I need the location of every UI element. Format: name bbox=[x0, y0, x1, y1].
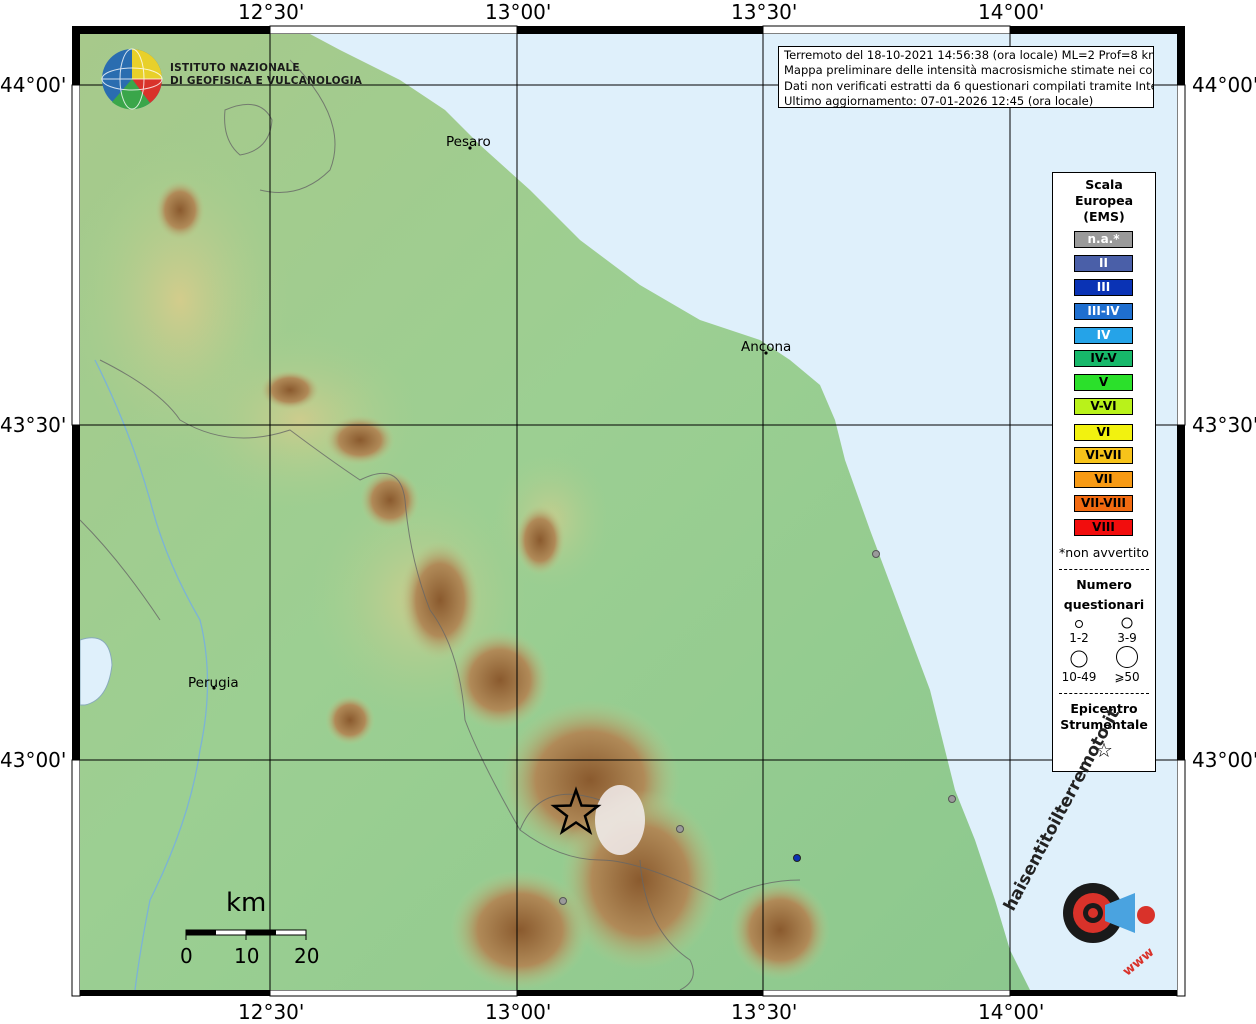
lon-label-top: 12°30' bbox=[238, 0, 305, 24]
legend-swatch-iv: IV bbox=[1074, 327, 1133, 344]
lon-label-top: 14°00' bbox=[978, 0, 1045, 24]
count-class-label: 1-2 bbox=[1069, 631, 1089, 645]
city-label-pesaro: Pesaro bbox=[446, 134, 491, 150]
lon-label-bottom: 13°30' bbox=[731, 1000, 798, 1024]
intensity-point[interactable] bbox=[793, 854, 801, 862]
city-label-ancona: Ancona bbox=[741, 339, 792, 355]
lon-label-bottom: 13°00' bbox=[485, 1000, 552, 1024]
count-class-label: 3-9 bbox=[1117, 631, 1137, 645]
intensity-point[interactable] bbox=[948, 795, 956, 803]
count-class-label: ⩾50 bbox=[1114, 670, 1140, 684]
lat-label-right: 43°00' bbox=[1192, 748, 1256, 772]
legend-swatch-iii-iv: III-IV bbox=[1074, 303, 1133, 320]
lon-label-top: 13°00' bbox=[485, 0, 552, 24]
event-info-line: Dati non verificati estratti da 6 questi… bbox=[784, 78, 1154, 93]
count-title: Numero questionari bbox=[1063, 577, 1145, 612]
lat-label-right: 43°30' bbox=[1192, 413, 1256, 437]
legend-swatch-ii: II bbox=[1074, 255, 1133, 272]
intensity-point[interactable] bbox=[559, 897, 567, 905]
legend-swatch-viii: VIII bbox=[1074, 519, 1133, 536]
event-info-line: Mappa preliminare delle intensità macros… bbox=[784, 63, 1154, 78]
event-info-line: Ultimo aggiornamento: 07-01-2026 12:45 (… bbox=[784, 94, 1094, 108]
lat-label-right: 44°00' bbox=[1192, 73, 1256, 97]
lon-label-bottom: 14°00' bbox=[978, 1000, 1045, 1024]
count-class-label: 10-49 bbox=[1061, 670, 1097, 684]
legend-swatch-na: n.a.* bbox=[1074, 231, 1133, 248]
event-info-box: Terremoto del 18-10-2021 14:56:38 (ora l… bbox=[778, 46, 1154, 108]
lat-label-left: 43°00' bbox=[0, 748, 67, 772]
legend-swatch-vi-vii: VI-VII bbox=[1074, 447, 1133, 464]
legend-swatch-iv-v: IV-V bbox=[1074, 350, 1133, 367]
intensity-point[interactable] bbox=[676, 825, 684, 833]
scale-bar-tick-label: 10 bbox=[234, 944, 260, 968]
lat-label-left: 44°00' bbox=[0, 73, 67, 97]
city-label-perugia: Perugia bbox=[188, 675, 239, 691]
lon-label-top: 13°30' bbox=[731, 0, 798, 24]
scale-bar-tick-label: 0 bbox=[180, 944, 193, 968]
legend-swatch-vii-viii: VII-VIII bbox=[1074, 495, 1133, 512]
legend-title: Scala Europea (EMS) bbox=[1074, 177, 1134, 224]
legend-swatch-vi: VI bbox=[1074, 424, 1133, 441]
lon-label-bottom: 12°30' bbox=[238, 1000, 305, 1024]
legend-swatch-vii: VII bbox=[1074, 471, 1133, 488]
legend-swatch-v-vi: V-VI bbox=[1074, 398, 1133, 415]
lat-label-left: 43°30' bbox=[0, 413, 67, 437]
ingv-logo-icon bbox=[101, 48, 163, 110]
event-info-line: Terremoto del 18-10-2021 14:56:38 (ora l… bbox=[784, 48, 1154, 62]
scale-bar-tick-label: 20 bbox=[294, 944, 320, 968]
legend-swatch-iii: III bbox=[1074, 279, 1133, 296]
legend-swatch-v: V bbox=[1074, 374, 1133, 391]
legend-note: *non avvertito bbox=[1059, 545, 1149, 560]
ems-legend: Scala Europea (EMS) n.a.* II III III-IV … bbox=[1052, 172, 1156, 772]
scale-bar-unit: km bbox=[226, 888, 267, 918]
intensity-point[interactable] bbox=[872, 550, 880, 558]
ingv-logo-text: ISTITUTO NAZIONALE DI GEOFISICA E VULCAN… bbox=[170, 62, 363, 87]
